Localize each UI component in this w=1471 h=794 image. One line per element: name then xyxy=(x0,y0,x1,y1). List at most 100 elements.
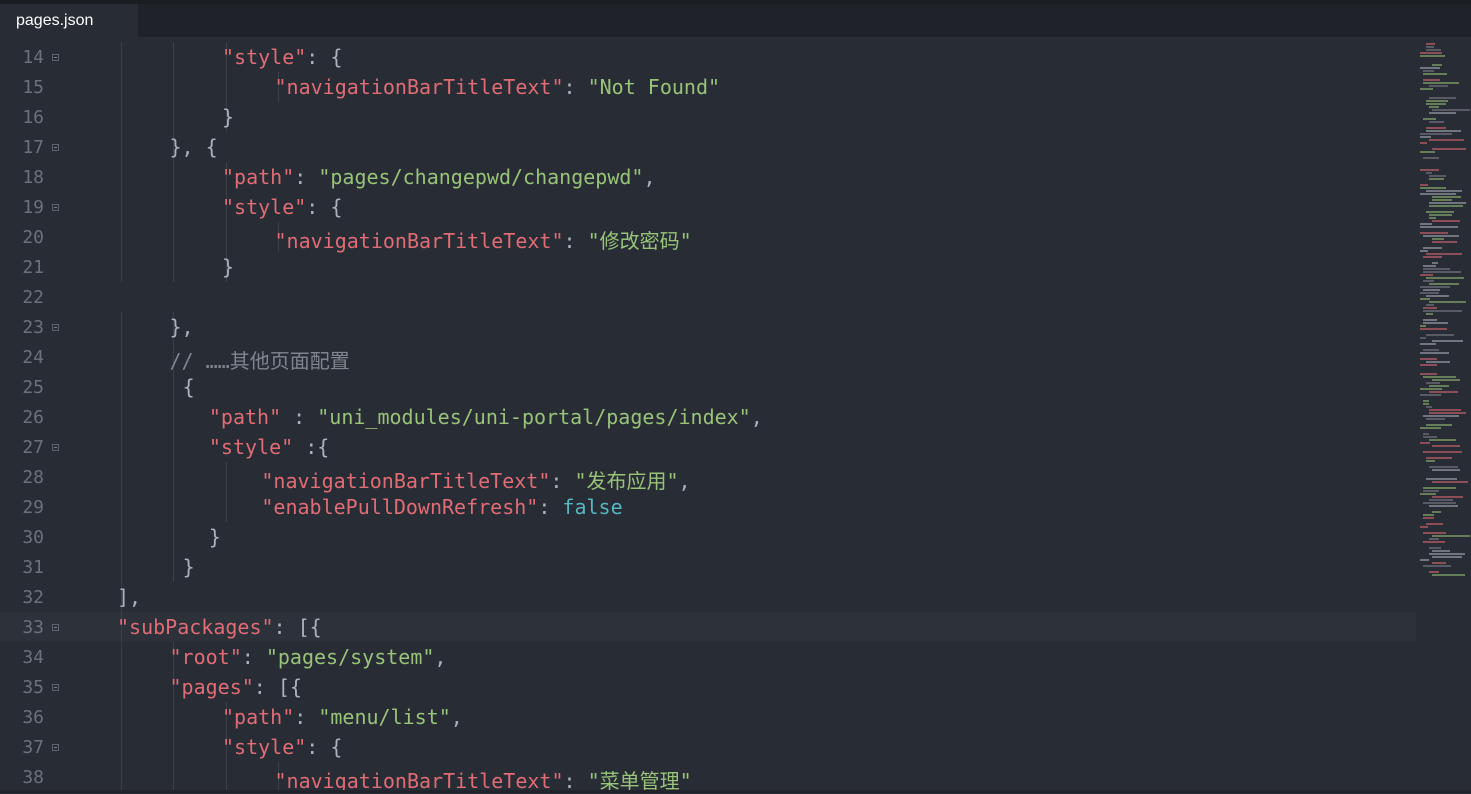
fold-toggle-icon[interactable] xyxy=(52,54,59,61)
indent-guide xyxy=(173,372,174,402)
minimap-line xyxy=(1432,550,1450,552)
code-line[interactable]: 28 "navigationBarTitleText": "发布应用", xyxy=(0,462,1416,493)
minimap-line xyxy=(1420,388,1442,390)
minimap-line xyxy=(1426,49,1441,51)
code-line[interactable]: 22 xyxy=(0,282,1416,312)
indent-guide xyxy=(120,732,122,762)
line-number: 22 xyxy=(22,287,44,308)
minimap-line xyxy=(1429,391,1458,393)
minimap-line xyxy=(1429,112,1456,114)
minimap-line xyxy=(1432,340,1463,342)
minimap-line xyxy=(1423,415,1459,417)
code-text: }, xyxy=(170,315,194,339)
code-comment: // ……其他页面配置 xyxy=(169,349,350,373)
minimap-line xyxy=(1432,445,1460,447)
code-line[interactable]: 26 "path" : "uni_modules/uni-portal/pages… xyxy=(0,402,1416,432)
code-line[interactable]: 24 // ……其他页面配置 xyxy=(0,342,1416,374)
code-text: "enablePullDownRefresh": false xyxy=(261,495,622,519)
code-line[interactable]: 36 "path": "menu/list", xyxy=(0,702,1416,732)
json-punctuation: : xyxy=(294,165,319,189)
minimap-line xyxy=(1432,64,1442,66)
minimap-line xyxy=(1420,442,1430,444)
code-line[interactable]: 30} xyxy=(0,522,1416,552)
line-number: 33 xyxy=(22,617,44,638)
fold-toggle-icon[interactable] xyxy=(52,204,59,211)
minimap-line xyxy=(1432,574,1465,576)
fold-toggle-icon[interactable] xyxy=(52,144,59,151)
code-text: } xyxy=(222,255,234,279)
code-line[interactable]: 23}, xyxy=(0,312,1416,342)
fold-toggle-icon[interactable] xyxy=(52,444,59,451)
minimap-line xyxy=(1426,382,1440,384)
code-line[interactable]: 16} xyxy=(0,102,1416,132)
code-line[interactable]: 27 "style" :{ xyxy=(0,432,1416,462)
indent-guide xyxy=(120,402,122,432)
json-key: "navigationBarTitleText" xyxy=(274,229,564,253)
code-line[interactable]: 31} xyxy=(0,552,1416,582)
fold-toggle-icon[interactable] xyxy=(52,684,59,691)
json-punctuation: : xyxy=(550,469,575,493)
minimap-line xyxy=(1420,292,1439,294)
minimap-line xyxy=(1423,517,1434,519)
json-punctuation: : xyxy=(294,705,319,729)
code-line[interactable]: 18 "path": "pages/changepwd/changepwd", xyxy=(0,162,1416,192)
minimap-line xyxy=(1429,202,1466,204)
code-line[interactable]: 33 "subPackages": [{ xyxy=(0,612,1416,642)
minimap-line xyxy=(1429,139,1464,141)
code-line[interactable]: 38 "navigationBarTitleText": "菜单管理" xyxy=(0,762,1416,793)
minimap-line xyxy=(1420,274,1433,276)
minimap-line xyxy=(1423,73,1447,75)
code-line[interactable]: 20 "navigationBarTitleText": "修改密码" xyxy=(0,222,1416,253)
line-number: 34 xyxy=(22,647,44,668)
minimap-line xyxy=(1432,196,1461,198)
indent-guide xyxy=(120,552,122,582)
fold-toggle-icon[interactable] xyxy=(52,324,59,331)
minimap-line xyxy=(1429,505,1458,507)
code-line[interactable]: 29 "enablePullDownRefresh": false xyxy=(0,492,1416,522)
code-text: ], xyxy=(117,585,141,609)
json-punctuation: } xyxy=(208,525,221,549)
line-number: 31 xyxy=(22,557,44,578)
code-text: { xyxy=(183,375,195,399)
code-text: "subPackages": [{ xyxy=(117,615,322,639)
fold-toggle-icon[interactable] xyxy=(52,744,59,751)
code-text: // ……其他页面配置 xyxy=(170,345,350,374)
minimap-line xyxy=(1426,295,1449,297)
code-editor[interactable]: 14 "style": {15 "navigationBarTitleText": … xyxy=(0,37,1471,793)
minimap-line xyxy=(1426,127,1446,129)
line-number: 16 xyxy=(22,107,44,128)
code-text: } xyxy=(209,525,221,549)
json-key: "path" xyxy=(222,705,295,729)
minimap-line xyxy=(1429,571,1439,573)
json-punctuation: }, { xyxy=(169,135,218,159)
code-line[interactable]: 34 "root": "pages/system", xyxy=(0,642,1416,672)
code-line[interactable]: 21} xyxy=(0,252,1416,282)
indent-guide xyxy=(173,72,174,102)
code-line[interactable]: 15 "navigationBarTitleText": "Not Found" xyxy=(0,72,1416,102)
json-key: "pages" xyxy=(169,675,254,699)
minimap-line xyxy=(1423,310,1462,312)
tab-bar: pages.json xyxy=(0,0,1471,37)
code-line[interactable]: 37 "style": { xyxy=(0,732,1416,762)
code-line[interactable]: 32], xyxy=(0,582,1416,612)
line-number: 38 xyxy=(22,767,44,788)
json-key: "style" xyxy=(222,45,307,69)
indent-guide xyxy=(120,222,122,252)
code-line[interactable]: 19 "style": { xyxy=(0,192,1416,222)
fold-toggle-icon[interactable] xyxy=(52,624,59,631)
indent-guide xyxy=(120,432,122,462)
minimap-line xyxy=(1426,130,1461,132)
tab-pages-json[interactable]: pages.json xyxy=(0,4,138,37)
minimap-line xyxy=(1420,493,1436,495)
line-number: 36 xyxy=(22,707,44,728)
code-line[interactable]: 14 "style": { xyxy=(0,42,1416,72)
line-number: 15 xyxy=(22,77,44,98)
code-line[interactable]: 25 { xyxy=(0,372,1416,402)
code-line[interactable]: 17 }, { xyxy=(0,132,1416,162)
minimap-line xyxy=(1423,322,1448,324)
json-string: "uni_modules/uni-portal/pages/index" xyxy=(317,405,751,429)
indent-guide xyxy=(173,762,174,792)
minimap[interactable] xyxy=(1416,37,1471,582)
line-number: 17 xyxy=(22,137,44,158)
code-line[interactable]: 35 "pages": [{ xyxy=(0,672,1416,702)
